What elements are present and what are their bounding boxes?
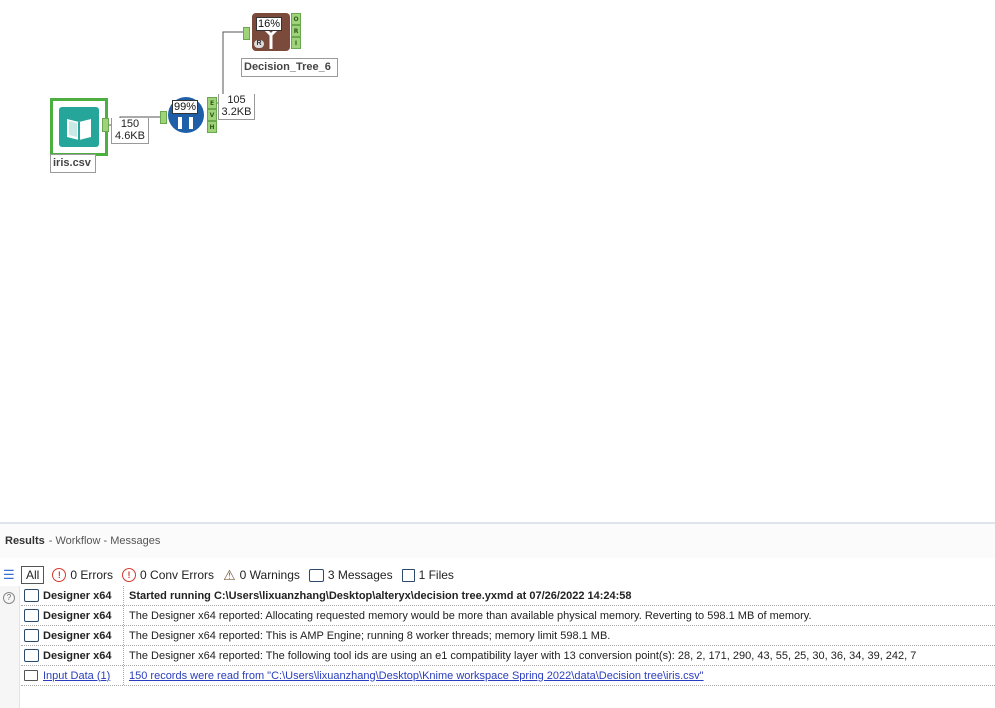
filter-conv-errors-label: 0 Conv Errors bbox=[140, 568, 215, 582]
connection-lines bbox=[108, 31, 243, 126]
create-samples-tool[interactable]: 99% bbox=[168, 97, 206, 135]
message-text: Started running C:\Users\lixuanzhang\Des… bbox=[129, 589, 632, 602]
input-output-anchor[interactable] bbox=[102, 118, 109, 132]
message-icon bbox=[23, 649, 39, 662]
message-row[interactable]: Designer x64 The Designer x64 reported: … bbox=[21, 626, 995, 646]
message-text: The Designer x64 reported: Allocating re… bbox=[129, 609, 812, 622]
workflow-canvas[interactable]: iris.csv 150 4.6KB 99% E V H 105 3.2KB R… bbox=[0, 0, 995, 522]
tree-anchor-o[interactable]: O bbox=[291, 13, 301, 25]
filter-files-label: 1 Files bbox=[418, 568, 454, 582]
message-icon bbox=[23, 589, 39, 602]
message-icon bbox=[308, 568, 324, 582]
filter-all-button[interactable]: All bbox=[21, 566, 45, 584]
warning-icon: ⚠ bbox=[223, 567, 236, 583]
input-tool-label: iris.csv bbox=[50, 154, 96, 173]
message-row[interactable]: Designer x64 The Designer x64 reported: … bbox=[21, 606, 995, 626]
results-side-gutter: ? bbox=[0, 586, 20, 708]
tree-progress: 16% bbox=[256, 17, 283, 31]
results-header: Results - Workflow - Messages bbox=[0, 524, 995, 558]
samples-progress: 99% bbox=[172, 100, 199, 114]
filter-errors-button[interactable]: ! 0 Errors bbox=[52, 568, 113, 582]
error-icon: ! bbox=[52, 568, 67, 582]
message-source: Designer x64 bbox=[41, 626, 124, 645]
results-title: Results bbox=[5, 535, 45, 547]
results-message-list: Designer x64 Started running C:\Users\li… bbox=[21, 586, 995, 686]
filter-conv-errors-button[interactable]: ! 0 Conv Errors bbox=[122, 568, 214, 582]
list-view-icon[interactable]: ☰ bbox=[3, 568, 15, 581]
samples-anchor-v[interactable]: V bbox=[207, 109, 217, 121]
message-row[interactable]: Designer x64 The Designer x64 reported: … bbox=[21, 646, 995, 666]
input-data-link[interactable]: Input Data (1) bbox=[43, 670, 110, 682]
message-text: The Designer x64 reported: The following… bbox=[129, 649, 917, 662]
connection-samples-to-tree bbox=[216, 31, 243, 104]
message-icon bbox=[23, 609, 39, 622]
file-path-link[interactable]: 150 records were read from "C:\Users\lix… bbox=[129, 670, 704, 682]
r-badge-icon: R bbox=[254, 40, 264, 48]
filter-warnings-label: 0 Warnings bbox=[239, 568, 300, 582]
filter-errors-label: 0 Errors bbox=[70, 568, 114, 582]
connection-1-label: 150 4.6KB bbox=[111, 118, 149, 144]
connection-2-label: 105 3.2KB bbox=[218, 94, 255, 120]
filter-warnings-button[interactable]: ⚠ 0 Warnings bbox=[223, 568, 300, 582]
samples-input-anchor[interactable] bbox=[160, 111, 167, 124]
input-data-tool[interactable] bbox=[50, 98, 109, 156]
tree-input-anchor[interactable] bbox=[243, 27, 250, 40]
help-icon[interactable]: ? bbox=[3, 592, 15, 604]
tree-anchor-i[interactable]: I bbox=[291, 37, 301, 49]
connection-2-size: 3.2KB bbox=[221, 106, 252, 118]
decision-tree-tool[interactable]: R 16% bbox=[252, 13, 290, 51]
decision-tree-label: Decision_Tree_6 bbox=[241, 58, 338, 77]
tree-anchor-r[interactable]: R bbox=[291, 25, 301, 37]
message-source: Designer x64 bbox=[41, 646, 124, 665]
message-source-link[interactable]: Input Data (1) bbox=[41, 666, 124, 685]
message-source: Designer x64 bbox=[41, 586, 124, 605]
message-icon bbox=[23, 629, 39, 642]
conv-error-icon: ! bbox=[122, 568, 137, 582]
message-row[interactable]: Designer x64 Started running C:\Users\li… bbox=[21, 586, 995, 606]
connection-2-records: 105 bbox=[227, 94, 246, 106]
filter-files-button[interactable]: 1 Files bbox=[401, 568, 454, 582]
results-panel: Results - Workflow - Messages ☰ All ! 0 … bbox=[0, 522, 995, 708]
message-text: The Designer x64 reported: This is AMP E… bbox=[129, 629, 611, 642]
samples-anchor-e[interactable]: E bbox=[207, 97, 217, 109]
connection-1-size: 4.6KB bbox=[115, 130, 145, 142]
samples-anchor-h[interactable]: H bbox=[207, 121, 217, 133]
results-breadcrumb: - Workflow - Messages bbox=[48, 535, 161, 547]
message-source: Designer x64 bbox=[41, 606, 124, 625]
message-text[interactable]: 150 records were read from "C:\Users\lix… bbox=[124, 670, 704, 682]
message-row[interactable]: Input Data (1) 150 records were read fro… bbox=[21, 666, 995, 686]
filter-messages-label: 3 Messages bbox=[327, 568, 393, 582]
results-filter-bar: ☰ All ! 0 Errors ! 0 Conv Errors ⚠ 0 War… bbox=[0, 564, 995, 586]
connection-1-records: 150 bbox=[120, 118, 140, 130]
filter-messages-button[interactable]: 3 Messages bbox=[308, 568, 393, 582]
file-icon bbox=[24, 670, 38, 681]
save-file-icon bbox=[401, 568, 415, 582]
book-icon bbox=[59, 107, 99, 147]
